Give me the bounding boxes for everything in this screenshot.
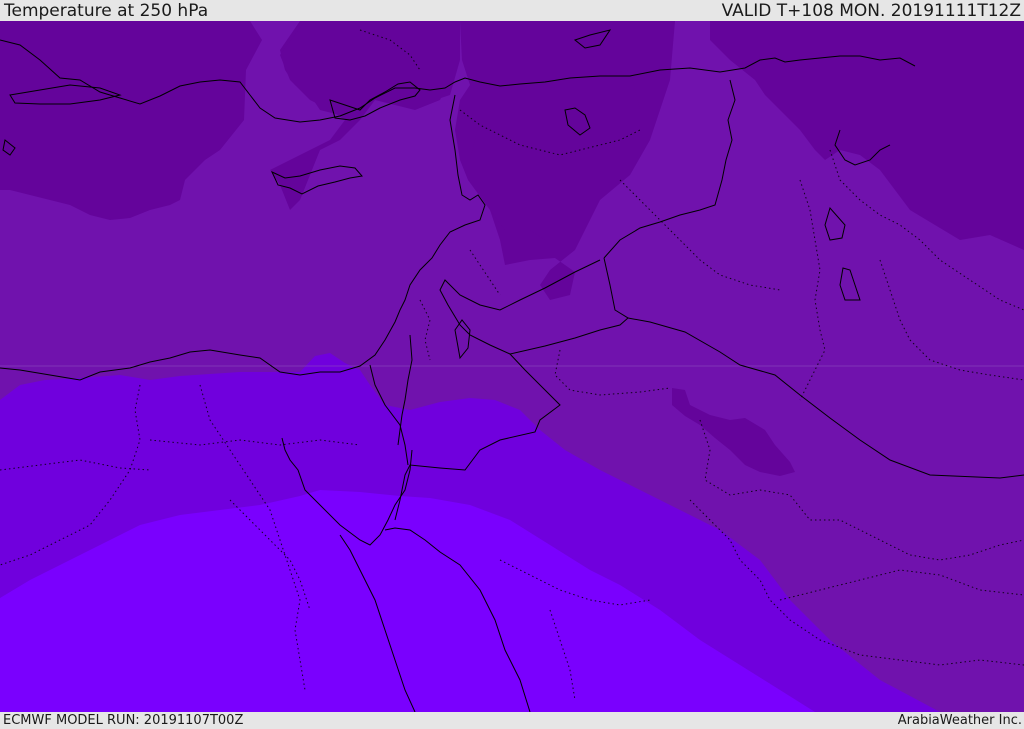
map-title: Temperature at 250 hPa [4,1,209,21]
credit-label: ArabiaWeather Inc. [897,713,1022,728]
header-bar: Temperature at 250 hPa VALID T+108 MON. … [0,0,1024,21]
model-run-label: ECMWF MODEL RUN: 20191107T00Z [3,713,244,728]
weather-map [0,21,1024,712]
valid-time-label: VALID T+108 MON. 20191111T12Z [721,1,1021,21]
footer-bar: ECMWF MODEL RUN: 20191107T00Z ArabiaWeat… [0,712,1024,729]
temperature-map-svg [0,21,1024,712]
